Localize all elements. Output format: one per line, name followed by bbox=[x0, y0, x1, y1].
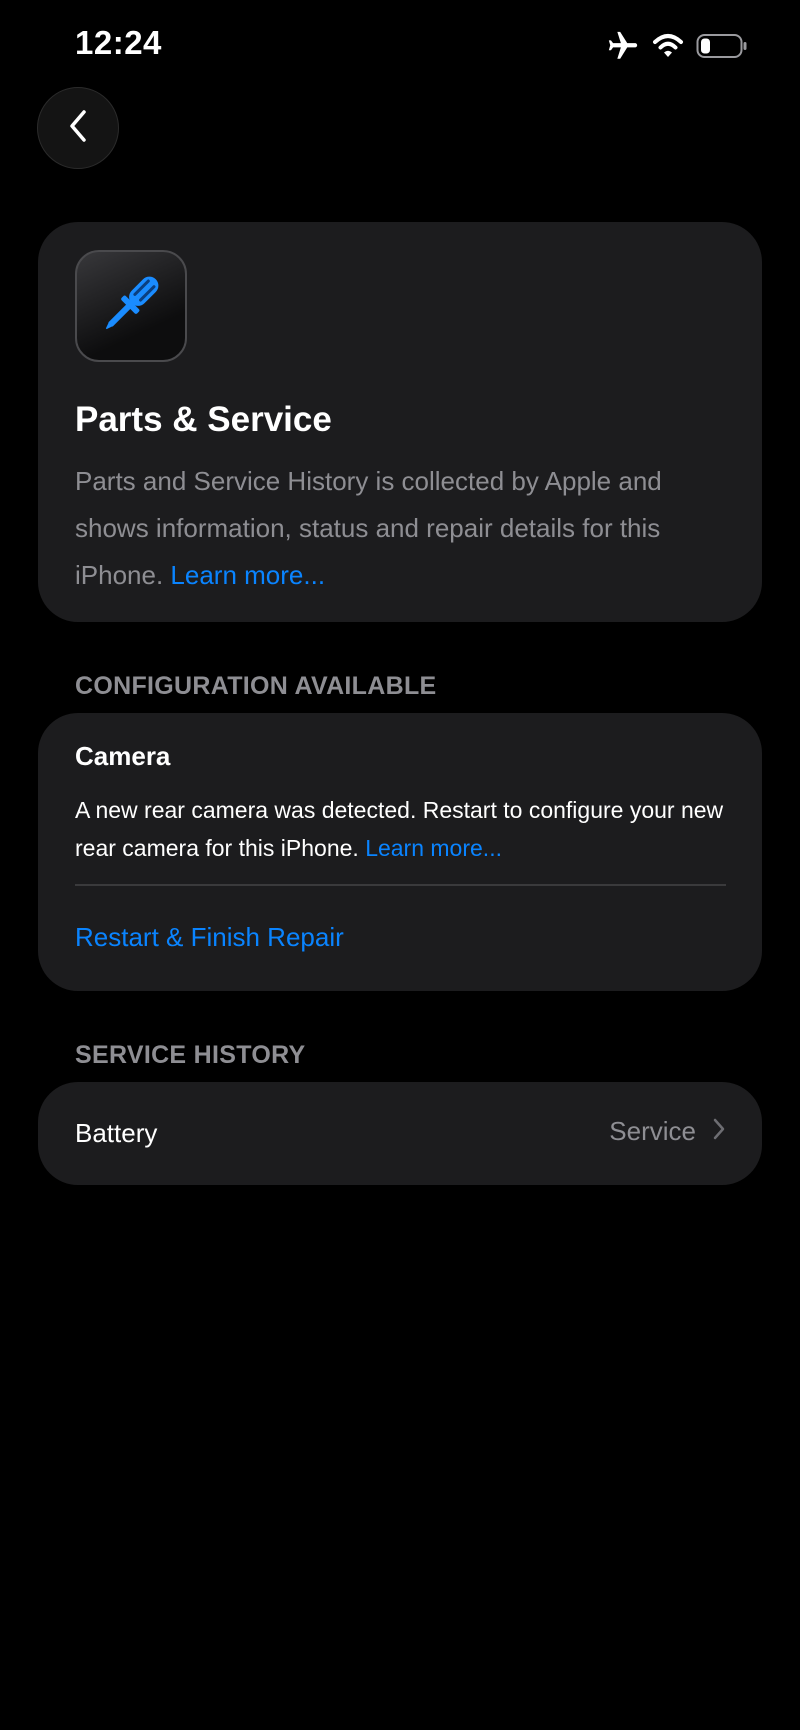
wifi-icon bbox=[652, 32, 684, 60]
airplane-icon bbox=[606, 29, 640, 63]
camera-description: A new rear camera was detected. Restart … bbox=[75, 791, 735, 867]
battery-label: Battery bbox=[75, 1118, 158, 1148]
configuration-section-header: CONFIGURATION AVAILABLE bbox=[75, 672, 437, 700]
back-button[interactable] bbox=[37, 87, 119, 169]
restart-finish-repair-button[interactable]: Restart & Finish Repair bbox=[75, 922, 344, 953]
app-icon bbox=[75, 250, 187, 362]
screwdriver-icon bbox=[92, 265, 170, 348]
camera-title: Camera bbox=[75, 741, 171, 771]
page-title: Parts & Service bbox=[75, 400, 332, 439]
parts-service-card: Parts & Service Parts and Service Histor… bbox=[38, 222, 762, 622]
camera-learn-more-link[interactable]: Learn more... bbox=[365, 835, 502, 861]
service-history-section-header: SERVICE HISTORY bbox=[75, 1041, 306, 1069]
battery-service-row[interactable]: Battery Service bbox=[38, 1082, 762, 1185]
battery-status-value: Service bbox=[609, 1116, 696, 1146]
chevron-right-icon bbox=[712, 1117, 726, 1146]
hero-description: Parts and Service History is collected b… bbox=[75, 458, 735, 599]
learn-more-link[interactable]: Learn more... bbox=[170, 560, 325, 590]
battery-icon bbox=[696, 33, 748, 59]
chevron-left-icon bbox=[67, 108, 89, 149]
status-time: 12:24 bbox=[75, 24, 162, 61]
divider bbox=[75, 884, 726, 886]
camera-configuration-card: Camera A new rear camera was detected. R… bbox=[38, 713, 762, 991]
row-trailing: Service bbox=[609, 1116, 726, 1147]
status-icons bbox=[606, 30, 748, 62]
hero-description-text: Parts and Service History is collected b… bbox=[75, 466, 662, 590]
